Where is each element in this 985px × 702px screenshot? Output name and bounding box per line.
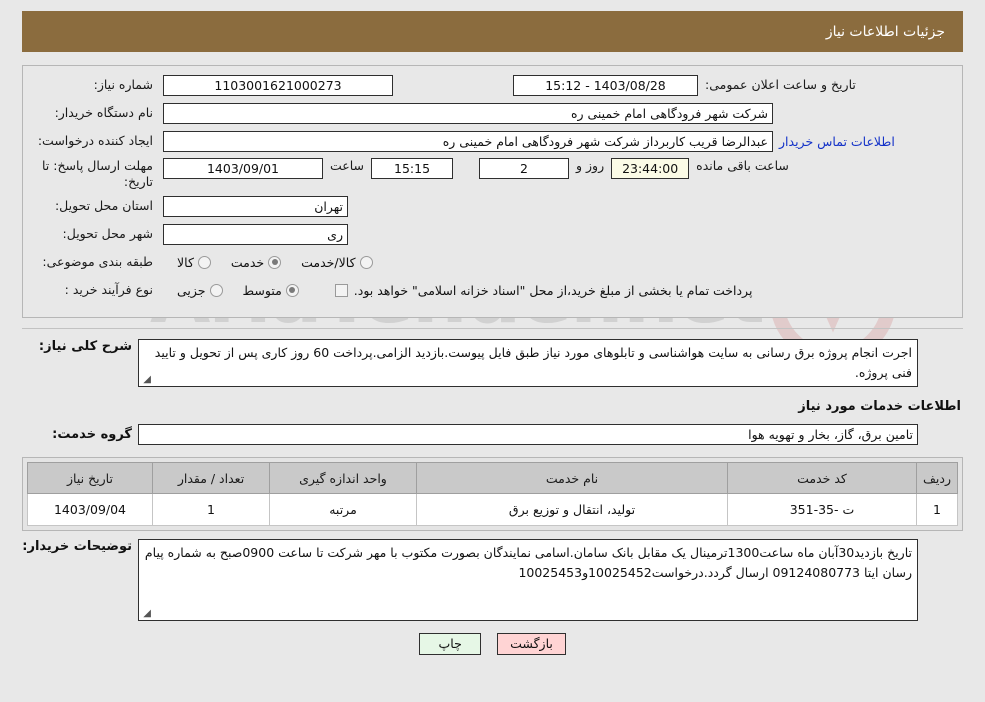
- city-field: ری: [163, 223, 348, 245]
- days-remaining-field: 2: [479, 158, 570, 179]
- process-label: نوع فرآیند خرید :: [64, 282, 153, 298]
- col-code: کد خدمت: [727, 462, 917, 495]
- treasury-checkbox[interactable]: [334, 283, 348, 297]
- treasury-checkbox-label: پرداخت تمام یا بخشی از مبلغ خرید،از محل …: [353, 282, 753, 298]
- description-row: اجرت انجام پروژه برق رسانی به سایت هواشن…: [22, 339, 963, 388]
- radio-category-goods[interactable]: [197, 255, 211, 269]
- need-number-field: 1103001621000273: [163, 74, 393, 96]
- announce-label: تاریخ و ساعت اعلان عمومی:: [705, 77, 856, 93]
- row-buyer-org: شرکت شهر فرودگاهی امام خمینی ره نام دستگ…: [33, 102, 952, 124]
- col-index: ردیف: [916, 462, 958, 495]
- radio-process-minor[interactable]: [209, 283, 223, 297]
- deadline-time-field: 15:15: [371, 158, 454, 179]
- radio-label-category-0: کالا: [177, 254, 194, 270]
- deadline-label: مهلت ارسال پاسخ: تا تاریخ:: [33, 158, 163, 189]
- back-button[interactable]: بازگشت: [497, 633, 566, 656]
- row-requester: اطلاعات تماس خریدار عبدالرضا قریب کاربرد…: [33, 130, 952, 152]
- need-details-panel: تاریخ و ساعت اعلان عمومی: 1403/08/28 - 1…: [22, 65, 963, 319]
- print-button[interactable]: چاپ: [419, 633, 482, 656]
- buyer-notes-box: تاریخ بازدید30آبان ماه ساعت1300ترمینال ی…: [138, 539, 918, 622]
- buyer-org-field: شرکت شهر فرودگاهی امام خمینی ره: [163, 102, 773, 124]
- cell-code: ت -35-351: [727, 493, 917, 527]
- cell-unit: مرتبه: [269, 493, 417, 527]
- cell-date: 1403/09/04: [27, 493, 153, 527]
- radio-label-process-1: متوسط: [242, 282, 282, 298]
- page-title: جزئیات اطلاعات نیاز: [825, 23, 945, 40]
- col-quantity: تعداد / مقدار: [152, 462, 270, 495]
- row-city: ری شهر محل تحویل:: [33, 223, 952, 245]
- col-date: تاریخ نیاز: [27, 462, 153, 495]
- province-field: تهران: [163, 195, 348, 217]
- radio-category-service[interactable]: [268, 255, 282, 269]
- category-label: طبقه بندی موضوعی:: [42, 254, 153, 270]
- buyer-notes-row: تاریخ بازدید30آبان ماه ساعت1300ترمینال ی…: [22, 539, 963, 622]
- buyer-notes-text: تاریخ بازدید30آبان ماه ساعت1300ترمینال ی…: [144, 545, 912, 580]
- description-text: اجرت انجام پروژه برق رسانی به سایت هواشن…: [154, 345, 912, 380]
- items-table: ردیف کد خدمت نام خدمت واحد اندازه گیری ت…: [27, 462, 958, 527]
- description-box: اجرت انجام پروژه برق رسانی به سایت هواشن…: [138, 339, 918, 388]
- row-process: پرداخت تمام یا بخشی از مبلغ خرید،از محل …: [33, 279, 952, 301]
- radio-label-category-2: کالا/خدمت: [301, 254, 356, 270]
- announce-datetime-field: 1403/08/28 - 15:12: [513, 74, 698, 96]
- row-category: کالا/خدمت خدمت کالا طبقه بندی موضوعی:: [33, 251, 952, 273]
- city-label: شهر محل تحویل:: [62, 226, 153, 242]
- service-group-field: تامین برق، گاز، بخار و تهویه هوا: [138, 424, 918, 446]
- resize-grip-icon[interactable]: ◢: [141, 375, 151, 385]
- buyer-notes-label: توضیحات خریدار:: [22, 539, 132, 555]
- deadline-date-field: 1403/09/01: [163, 158, 323, 179]
- table-row: 1 ت -35-351 تولید، انتقال و توزیع برق مر…: [27, 493, 958, 527]
- requester-field: عبدالرضا قریب کاربرداز شرکت شهر فرودگاهی…: [163, 130, 773, 152]
- service-group-label: گروه خدمت:: [52, 427, 132, 443]
- countdown-label: ساعت باقی مانده: [696, 158, 789, 173]
- province-label: استان محل تحویل:: [54, 198, 153, 214]
- radio-process-medium[interactable]: [285, 283, 299, 297]
- page-header-bar: جزئیات اطلاعات نیاز: [22, 11, 963, 52]
- footer-actions: بازگشت چاپ: [0, 633, 985, 656]
- section-divider: [22, 328, 963, 330]
- description-label: شرح کلی نیاز:: [38, 339, 132, 355]
- services-section-heading: اطلاعات خدمات مورد نیاز: [798, 399, 961, 415]
- need-number-label: شماره نیاز:: [93, 77, 153, 93]
- row-service-group: تامین برق، گاز، بخار و تهویه هوا گروه خد…: [22, 424, 963, 446]
- radio-label-process-0: جزیی: [177, 282, 206, 298]
- cell-name: تولید، انتقال و توزیع برق: [416, 493, 728, 527]
- row-deadline: ساعت باقی مانده 23:44:00 روز و 2 15:15 س…: [33, 158, 952, 189]
- items-table-container: ردیف کد خدمت نام خدمت واحد اندازه گیری ت…: [22, 457, 963, 532]
- hour-label: ساعت: [330, 158, 365, 173]
- deadline-label-line2: تاریخ:: [123, 173, 153, 189]
- row-need-number: تاریخ و ساعت اعلان عمومی: 1403/08/28 - 1…: [33, 74, 952, 96]
- row-province: تهران استان محل تحویل:: [33, 195, 952, 217]
- days-label: روز و: [576, 158, 605, 173]
- resize-grip-icon[interactable]: ◢: [141, 609, 151, 619]
- cell-index: 1: [916, 493, 958, 527]
- cell-quantity: 1: [152, 493, 270, 527]
- radio-category-goods-service[interactable]: [359, 255, 373, 269]
- table-header-row: ردیف کد خدمت نام خدمت واحد اندازه گیری ت…: [27, 462, 958, 495]
- deadline-label-line1: مهلت ارسال پاسخ: تا: [42, 158, 153, 173]
- requester-label: ایجاد کننده درخواست:: [37, 133, 153, 149]
- col-unit: واحد اندازه گیری: [269, 462, 417, 495]
- radio-label-category-1: خدمت: [230, 254, 265, 270]
- buyer-contact-link[interactable]: اطلاعات تماس خریدار: [773, 134, 901, 149]
- buyer-org-label: نام دستگاه خریدار:: [54, 105, 153, 121]
- countdown-timer-field: 23:44:00: [611, 158, 690, 179]
- col-name: نام خدمت: [416, 462, 728, 495]
